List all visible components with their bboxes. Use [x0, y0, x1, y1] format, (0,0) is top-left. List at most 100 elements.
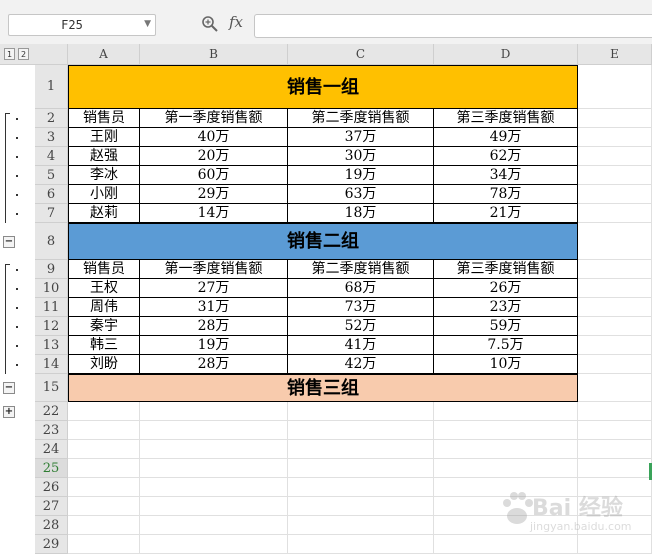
- empty-cell[interactable]: [578, 440, 652, 459]
- header-cell[interactable]: 销售员: [68, 109, 140, 128]
- data-cell[interactable]: 李冰: [68, 166, 140, 185]
- data-cell[interactable]: 37万: [288, 128, 434, 147]
- row-header-2[interactable]: 2: [35, 109, 68, 128]
- column-header-d[interactable]: D: [434, 44, 578, 65]
- empty-cell[interactable]: [288, 516, 434, 535]
- empty-cell[interactable]: [68, 421, 140, 440]
- header-cell[interactable]: 第二季度销售额: [288, 260, 434, 279]
- empty-cell[interactable]: [578, 204, 652, 223]
- fx-label[interactable]: fx: [229, 13, 243, 31]
- data-cell[interactable]: 14万: [140, 204, 288, 223]
- row-header-8[interactable]: 8: [35, 223, 68, 260]
- data-cell[interactable]: 23万: [434, 298, 578, 317]
- empty-cell[interactable]: [578, 355, 652, 374]
- empty-cell[interactable]: [68, 497, 140, 516]
- row-header-27[interactable]: 27: [35, 497, 68, 516]
- empty-cell[interactable]: [434, 402, 578, 421]
- header-cell[interactable]: 第三季度销售额: [434, 260, 578, 279]
- data-cell[interactable]: 68万: [288, 279, 434, 298]
- row-header-13[interactable]: 13: [35, 336, 68, 355]
- empty-cell[interactable]: [68, 478, 140, 497]
- data-cell[interactable]: 18万: [288, 204, 434, 223]
- data-cell[interactable]: 42万: [288, 355, 434, 374]
- empty-cell[interactable]: [578, 298, 652, 317]
- data-cell[interactable]: 28万: [140, 317, 288, 336]
- empty-cell[interactable]: [68, 402, 140, 421]
- header-cell[interactable]: 销售员: [68, 260, 140, 279]
- header-cell[interactable]: 第一季度销售额: [140, 109, 288, 128]
- row-header-4[interactable]: 4: [35, 147, 68, 166]
- row-header-22[interactable]: 22: [35, 402, 68, 421]
- empty-cell[interactable]: [288, 402, 434, 421]
- data-cell[interactable]: 赵强: [68, 147, 140, 166]
- select-all-corner[interactable]: [35, 44, 68, 65]
- row-header-24[interactable]: 24: [35, 440, 68, 459]
- outline-level-2-button[interactable]: 2: [18, 48, 29, 60]
- empty-cell[interactable]: [288, 459, 434, 478]
- group-title-3[interactable]: 销售三组: [68, 374, 578, 402]
- data-cell[interactable]: 10万: [434, 355, 578, 374]
- data-cell[interactable]: 7.5万: [434, 336, 578, 355]
- empty-cell[interactable]: [578, 279, 652, 298]
- chevron-down-icon[interactable]: ▼: [144, 19, 151, 29]
- empty-cell[interactable]: [140, 421, 288, 440]
- empty-cell[interactable]: [578, 459, 652, 478]
- empty-cell[interactable]: [434, 440, 578, 459]
- empty-cell[interactable]: [578, 166, 652, 185]
- data-cell[interactable]: 52万: [288, 317, 434, 336]
- empty-cell[interactable]: [288, 497, 434, 516]
- data-cell[interactable]: 20万: [140, 147, 288, 166]
- empty-cell[interactable]: [140, 516, 288, 535]
- data-cell[interactable]: 60万: [140, 166, 288, 185]
- data-cell[interactable]: 40万: [140, 128, 288, 147]
- empty-cell[interactable]: [578, 109, 652, 128]
- row-header-7[interactable]: 7: [35, 204, 68, 223]
- data-cell[interactable]: 19万: [288, 166, 434, 185]
- outline-collapse-button[interactable]: −: [3, 235, 15, 248]
- column-header-e[interactable]: E: [578, 44, 652, 65]
- empty-cell[interactable]: [140, 459, 288, 478]
- row-header-1[interactable]: 1: [35, 65, 68, 109]
- empty-cell[interactable]: [578, 223, 652, 260]
- empty-cell[interactable]: [140, 440, 288, 459]
- empty-cell[interactable]: [288, 421, 434, 440]
- empty-cell[interactable]: [578, 317, 652, 336]
- empty-cell[interactable]: [578, 336, 652, 355]
- row-header-10[interactable]: 10: [35, 279, 68, 298]
- empty-cell[interactable]: [140, 478, 288, 497]
- column-header-b[interactable]: B: [140, 44, 288, 65]
- group-title-2[interactable]: 销售二组: [68, 223, 578, 260]
- data-cell[interactable]: 赵莉: [68, 204, 140, 223]
- row-header-12[interactable]: 12: [35, 317, 68, 336]
- empty-cell[interactable]: [578, 421, 652, 440]
- empty-cell[interactable]: [68, 440, 140, 459]
- row-header-3[interactable]: 3: [35, 128, 68, 147]
- row-header-9[interactable]: 9: [35, 260, 68, 279]
- formula-input[interactable]: [254, 14, 652, 38]
- outline-expand-button[interactable]: +: [3, 405, 15, 418]
- header-cell[interactable]: 第二季度销售额: [288, 109, 434, 128]
- data-cell[interactable]: 73万: [288, 298, 434, 317]
- data-cell[interactable]: 小刚: [68, 185, 140, 204]
- name-box[interactable]: F25 ▼: [8, 14, 156, 36]
- empty-cell[interactable]: [288, 478, 434, 497]
- data-cell[interactable]: 30万: [288, 147, 434, 166]
- data-cell[interactable]: 刘盼: [68, 355, 140, 374]
- empty-cell[interactable]: [140, 497, 288, 516]
- data-cell[interactable]: 王刚: [68, 128, 140, 147]
- empty-cell[interactable]: [578, 65, 652, 109]
- data-cell[interactable]: 21万: [434, 204, 578, 223]
- row-header-29[interactable]: 29: [35, 535, 68, 554]
- row-header-11[interactable]: 11: [35, 298, 68, 317]
- row-header-25[interactable]: 25: [35, 459, 68, 478]
- empty-cell[interactable]: [434, 421, 578, 440]
- header-cell[interactable]: 第三季度销售额: [434, 109, 578, 128]
- row-header-5[interactable]: 5: [35, 166, 68, 185]
- data-cell[interactable]: 周伟: [68, 298, 140, 317]
- data-cell[interactable]: 27万: [140, 279, 288, 298]
- empty-cell[interactable]: [578, 402, 652, 421]
- row-header-14[interactable]: 14: [35, 355, 68, 374]
- empty-cell[interactable]: [288, 535, 434, 554]
- sheet-grid[interactable]: 销售一组 销售员 第一季度销售额 第二季度销售额 第三季度销售额 王刚 40万 37万 49万赵…: [68, 65, 652, 554]
- empty-cell[interactable]: [578, 260, 652, 279]
